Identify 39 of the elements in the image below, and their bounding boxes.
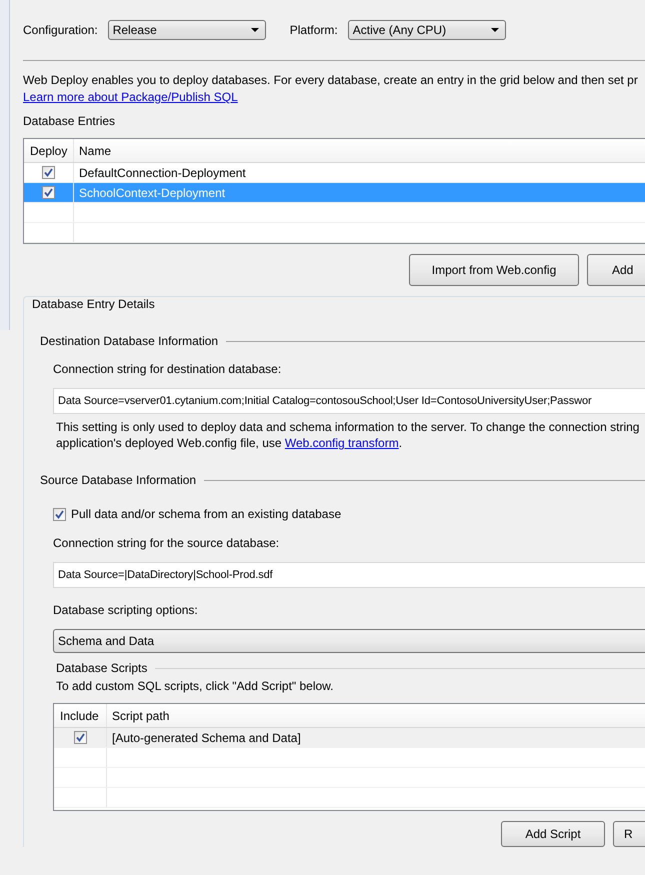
grid-button[interactable]: Add (587, 254, 645, 286)
dropdown-arrow-icon (250, 28, 259, 32)
field-label: Connection string for the source database: (53, 536, 280, 550)
dropdown-arrow-icon (490, 28, 499, 32)
grid-cell-text: SchoolContext-Deployment (78, 184, 226, 202)
field-label: Configuration: (23, 23, 98, 37)
dropdown[interactable]: Release (108, 20, 266, 40)
description-text: Web Deploy enables you to deploy databases. For every database, create an entry in the grid below and then set pr (23, 72, 639, 89)
section-title: Source Database Information (40, 473, 196, 487)
hint-text: To add custom SQL scripts, click "Add Script" below. (55, 679, 335, 693)
grid-row[interactable]: [Auto-generated Schema and Data] (54, 728, 645, 748)
dropdown[interactable]: Schema and Data (53, 629, 645, 653)
section-title: Database Scripts (56, 661, 148, 675)
section-title: Destination Database Information (40, 334, 218, 348)
column-header[interactable]: Include (54, 704, 107, 727)
checkbox[interactable] (53, 508, 66, 520)
checkbox[interactable] (42, 166, 55, 179)
checkbox[interactable] (74, 731, 86, 744)
checkbox[interactable] (42, 186, 55, 199)
column-header[interactable]: Script path (107, 704, 645, 727)
transform-link[interactable]: Web.config transform (284, 436, 399, 450)
learn-more-link[interactable]: Learn more about Package/Publish SQL (23, 90, 238, 104)
connection-string-field[interactable]: Data Source=vserver01.cytanium.com;Initial Catalog=contosouSchool;User Id=ContosoUniversityUser;Passwor (53, 388, 645, 414)
grid-cell-text: [Auto-generated Schema and Data] (111, 730, 302, 746)
field-label: Database scripting options: (53, 603, 199, 617)
field-label: Connection string for destination database: (53, 362, 282, 376)
section-title: Database Entries (23, 113, 116, 130)
grid-button[interactable]: Import from Web.config (409, 254, 579, 286)
grid-cell-text: DefaultConnection-Deployment (78, 164, 247, 182)
dropdown[interactable]: Active (Any CPU) (348, 20, 506, 40)
note-text: This setting is only used to deploy data and schema information to the server. To change the connection string application's deployed Web.config file, use Web.config transform. (55, 419, 640, 451)
checkbox-label[interactable]: Pull data and/or schema from an existing database (71, 507, 342, 521)
connection-string-field[interactable]: Data Source=|DataDirectory|School-Prod.sdf (53, 562, 645, 588)
column-header[interactable]: Deploy (24, 139, 74, 162)
script-button[interactable]: R (613, 821, 645, 847)
script-button[interactable]: Add Script (501, 821, 605, 847)
group-title: Database Entry Details (30, 297, 157, 312)
column-header[interactable]: Name (74, 139, 645, 162)
field-label: Platform: (290, 23, 338, 37)
